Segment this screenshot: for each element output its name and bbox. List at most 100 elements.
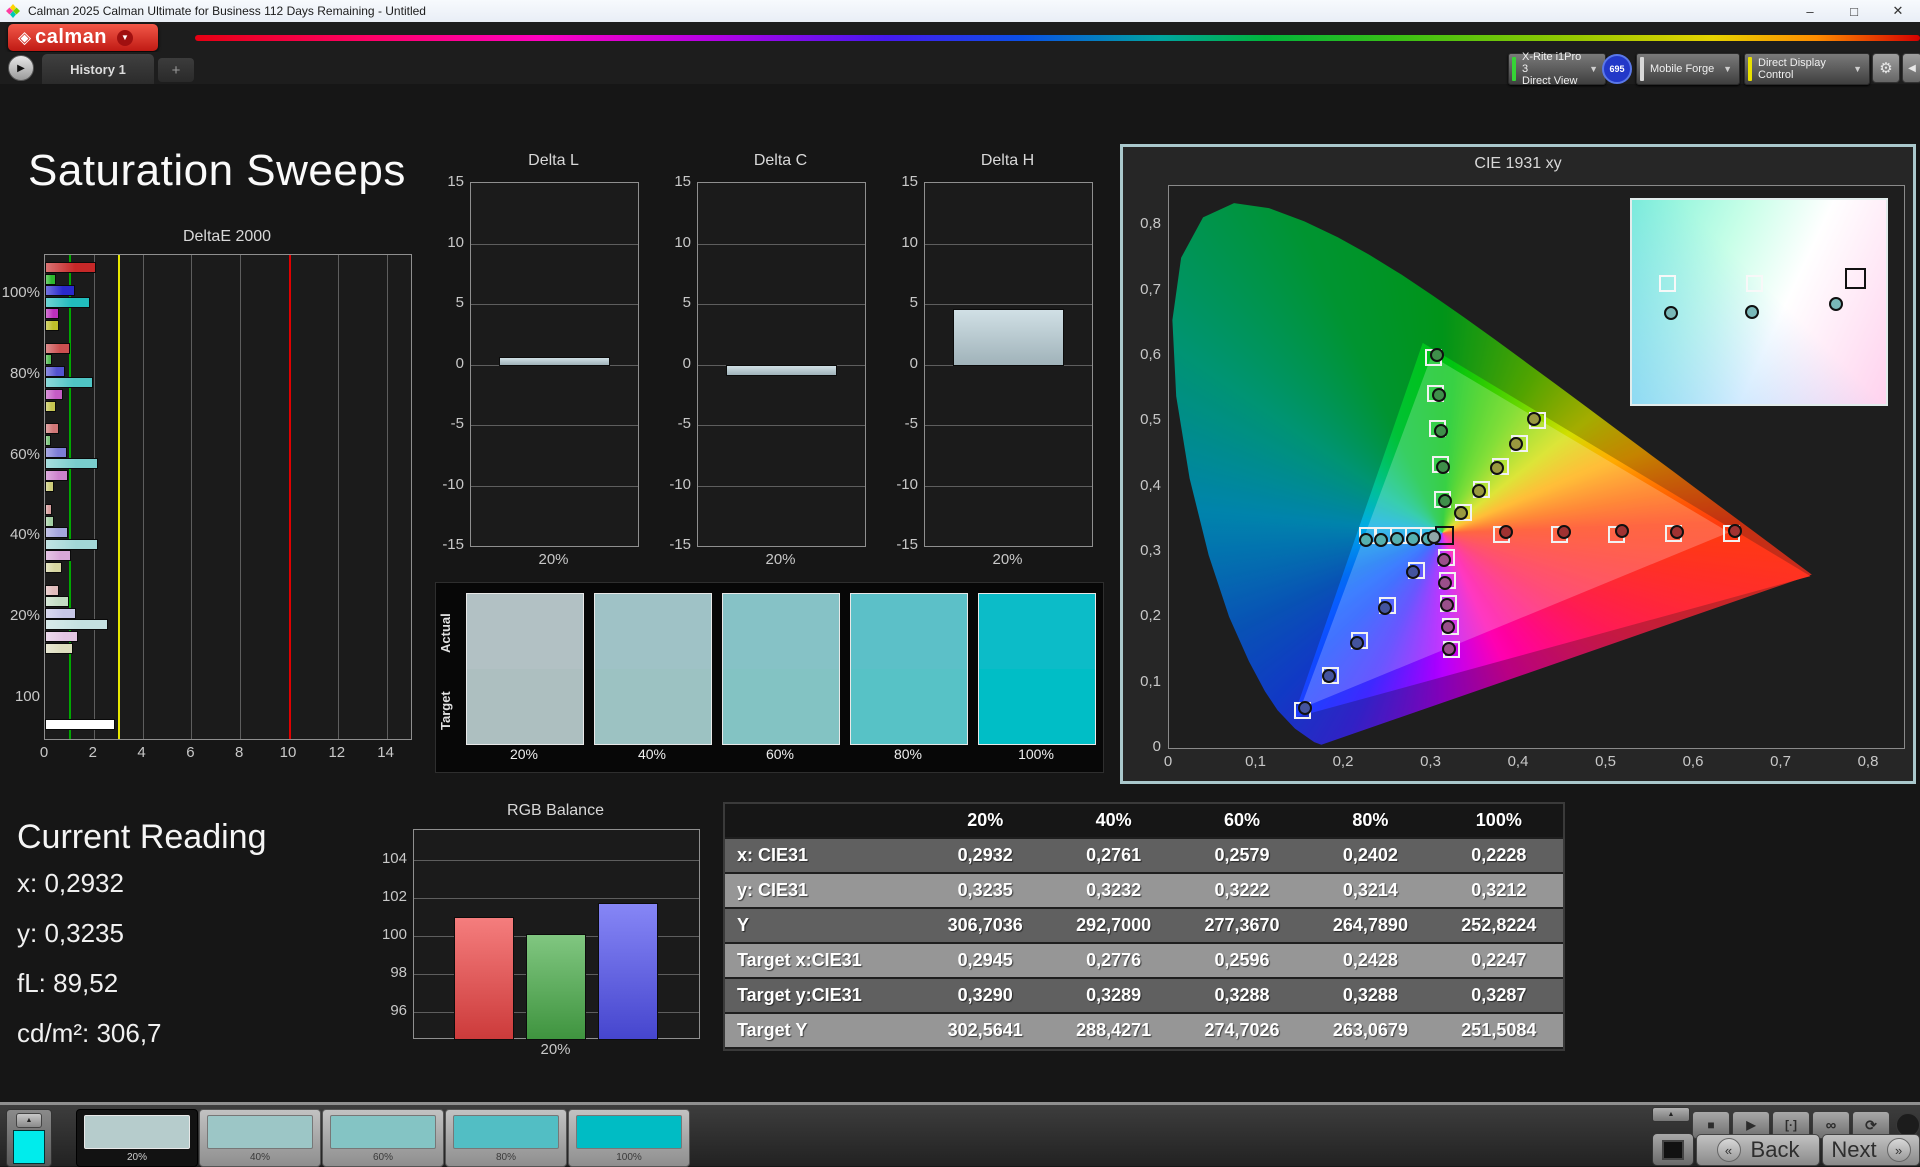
deltae-x-tick: 6	[186, 744, 195, 761]
table-header-cell: 80%	[1352, 810, 1389, 830]
small-delta-x-label: 20%	[538, 551, 569, 568]
table-cell: 0,2228	[1471, 845, 1527, 865]
current-reading-title: Current Reading	[17, 818, 267, 856]
small-delta-y-tick: 15	[447, 173, 464, 190]
meter-label: X-Rite i1Pro 3 Direct View	[1522, 51, 1582, 87]
display-control-dropdown[interactable]: Direct Display Control ▼	[1744, 53, 1870, 85]
small-delta-title: Delta C	[753, 152, 808, 169]
color-swatch[interactable]	[722, 593, 840, 745]
deltae-bar	[45, 389, 63, 401]
chevron-down-icon: ▼	[1723, 64, 1732, 74]
table-row-label: x: CIE31	[737, 845, 809, 865]
gear-icon: ⚙	[1879, 60, 1893, 77]
table-cell: 0,2579	[1214, 845, 1270, 865]
back-button[interactable]: « Back	[1696, 1134, 1820, 1166]
tab-scroll-button[interactable]: ▶	[8, 55, 34, 81]
pattern-patch-20%[interactable]: 20%	[76, 1109, 198, 1167]
deltae-bar	[45, 619, 108, 631]
patch-label: 40%	[249, 1152, 270, 1163]
table-cell: 0,2945	[957, 950, 1013, 970]
deltae-bar	[45, 515, 55, 527]
deltae-x-tick: 0	[39, 744, 49, 761]
small-delta-y-tick: -15	[442, 536, 464, 553]
interval-icon: [·]	[1785, 1118, 1797, 1132]
pattern-patch-100%[interactable]: 100%	[568, 1109, 690, 1167]
meter-dropdown[interactable]: X-Rite i1Pro 3 Direct View ▼	[1508, 51, 1606, 87]
play-icon: ▶	[17, 62, 25, 74]
current-reading-item: fL: 89,52	[17, 968, 119, 998]
actual-color	[595, 594, 711, 669]
table-row-label: y: CIE31	[737, 880, 809, 900]
table-cell: 306,7036	[947, 915, 1023, 935]
small-delta-y-tick: -10	[896, 475, 918, 493]
patch-color	[576, 1115, 682, 1149]
maximize-button[interactable]: □	[1832, 0, 1876, 22]
infinity-icon: ∞	[1825, 1116, 1837, 1134]
cie-y-tick: 0,3	[1140, 541, 1161, 559]
reference-line	[118, 255, 121, 739]
tab-history-1[interactable]: History 1	[42, 54, 154, 84]
calman-menu-button[interactable]: ◈ calman ▼	[8, 24, 158, 51]
rgb-balance-title: RGB Balance	[507, 802, 604, 819]
pattern-source-dropdown[interactable]: Mobile Forge ▼	[1636, 53, 1740, 85]
chevron-up-icon: ▲	[25, 1117, 33, 1124]
pattern-patch-60%[interactable]: 60%	[322, 1109, 444, 1167]
actual-color	[723, 594, 839, 669]
display-control-label: Direct Display Control	[1758, 57, 1826, 81]
small-delta-y-tick: 10	[447, 233, 464, 251]
table-cell: 0,3288	[1214, 985, 1270, 1005]
rgb-bar-blue	[598, 902, 658, 1040]
patch-color	[453, 1115, 559, 1149]
settings-button[interactable]: ⚙	[1872, 53, 1900, 83]
small-delta-y-tick: 15	[674, 173, 691, 190]
cie-x-tick: 0,2	[1332, 753, 1354, 770]
deltae-y-tick: 100%	[1, 284, 40, 302]
meter-id-badge[interactable]: 695	[1602, 54, 1632, 84]
inset-measured-marker	[1663, 306, 1678, 321]
table-cell: 0,3212	[1471, 880, 1527, 900]
patch-color	[84, 1115, 190, 1149]
table-header-cell: 40%	[1095, 810, 1132, 830]
red-measured-marker	[1669, 525, 1684, 540]
add-tab-button[interactable]: +	[158, 58, 194, 82]
next-button[interactable]: Next »	[1822, 1134, 1920, 1166]
table-cell: 0,2247	[1471, 950, 1527, 970]
gridline	[925, 425, 1092, 426]
minimize-button[interactable]: –	[1788, 0, 1832, 22]
deltae-bar	[45, 296, 90, 308]
color-swatch[interactable]	[594, 593, 712, 745]
deltae-bar	[45, 365, 66, 377]
color-swatch[interactable]	[850, 593, 968, 745]
pattern-patch-80%[interactable]: 80%	[445, 1109, 567, 1167]
cie-y-tick: 0,5	[1140, 411, 1161, 429]
current-pattern-swatch[interactable]	[13, 1130, 45, 1164]
white-point-measured-marker	[1426, 529, 1441, 544]
swatch-label: 40%	[637, 746, 667, 762]
magenta-measured-marker	[1439, 598, 1454, 613]
collapse-toolbar-button[interactable]: ◀	[1902, 53, 1920, 83]
menu-row: ◈ calman ▼	[0, 22, 1920, 52]
deltae-x-tick: 14	[377, 744, 394, 761]
gridline	[925, 243, 1092, 245]
patch-label: 80%	[495, 1152, 516, 1163]
color-swatch[interactable]	[978, 593, 1096, 745]
collapse-transport-button[interactable]: ▲	[1652, 1107, 1690, 1122]
cie-chart-panel[interactable]: CIE 1931 xy 0 0,1 0,2 0,3 0,4 0,5 0,6 0,7 0,8 0 0…	[1120, 144, 1916, 784]
color-swatch[interactable]	[466, 593, 584, 745]
deltae-bar	[45, 596, 69, 608]
deltae-bar	[45, 538, 99, 550]
close-button[interactable]: ✕	[1876, 0, 1920, 22]
source-status-bar	[1640, 57, 1644, 81]
expand-patterns-button[interactable]: ▲	[16, 1113, 42, 1128]
deltae-bar	[45, 481, 55, 493]
small-delta-y-tick: -10	[669, 475, 691, 493]
meter-id-value: 695	[1609, 64, 1625, 74]
saturation-swatch-panel: Actual Target 20% 40% 60% 80% 100%	[435, 582, 1104, 773]
gridline	[386, 255, 388, 739]
cie-y-tick: 0	[1152, 738, 1161, 755]
pattern-window-button[interactable]	[1652, 1133, 1694, 1166]
meter-status-bar	[1512, 57, 1516, 81]
table-header-cell: 60%	[1224, 810, 1261, 830]
pattern-patch-40%[interactable]: 40%	[199, 1109, 321, 1167]
small-delta-chart	[470, 182, 639, 547]
